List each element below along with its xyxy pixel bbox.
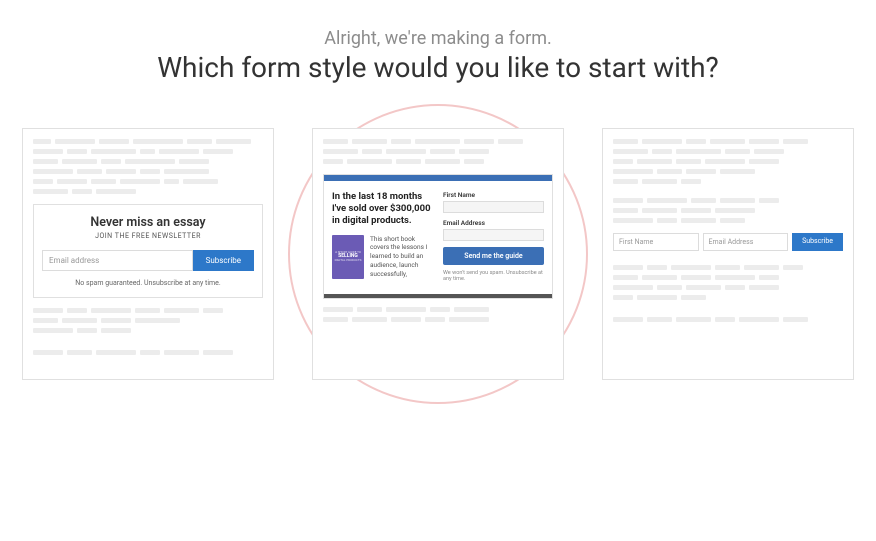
form-footer-text: We won't send you spam. Unsubscribe at a… [443,270,544,282]
placeholder-text-block [323,139,553,164]
form-preview-row: First Name Email Address Subscribe [613,233,843,251]
form-style-option-3[interactable]: First Name Email Address Subscribe [602,128,854,380]
email-input-preview: Email Address [703,233,789,251]
form-subheading: JOIN THE FREE NEWSLETTER [42,232,254,240]
form-description: This short book covers the lessons I lea… [370,235,433,279]
email-label: Email Address [443,219,544,227]
email-input-preview [443,229,544,241]
email-input-preview: Email address [42,250,193,271]
first-name-input-preview [443,201,544,213]
form-heading: In the last 18 months I've sold over $30… [332,191,433,227]
first-name-label: First Name [443,191,544,199]
page-subtitle: Alright, we're making a form. [0,28,876,49]
book-cover-icon: A SHORT GUIDE TO SELLING DIGITAL PRODUCT… [332,235,364,279]
subscribe-button-preview: Subscribe [193,250,254,271]
send-guide-button-preview: Send me the guide [443,247,544,265]
form-footer-text: No spam guaranteed. Unsubscribe at any t… [42,279,254,287]
placeholder-text-block [323,307,553,322]
placeholder-text-block [33,308,263,355]
placeholder-text-block [613,198,843,223]
form-style-option-1[interactable]: Never miss an essay JOIN THE FREE NEWSLE… [22,128,274,380]
placeholder-text-block [33,139,263,194]
page-title: Which form style would you like to start… [0,51,876,84]
first-name-input-preview: First Name [613,233,699,251]
subscribe-button-preview: Subscribe [792,233,843,251]
placeholder-text-block [613,139,843,184]
form-heading: Never miss an essay [42,215,254,230]
form-preview-box: Never miss an essay JOIN THE FREE NEWSLE… [33,204,263,298]
placeholder-text-block [613,265,843,322]
form-style-option-2[interactable]: In the last 18 months I've sold over $30… [312,128,564,380]
form-bottom-bar [324,294,552,298]
form-preview-box: In the last 18 months I've sold over $30… [323,174,553,299]
